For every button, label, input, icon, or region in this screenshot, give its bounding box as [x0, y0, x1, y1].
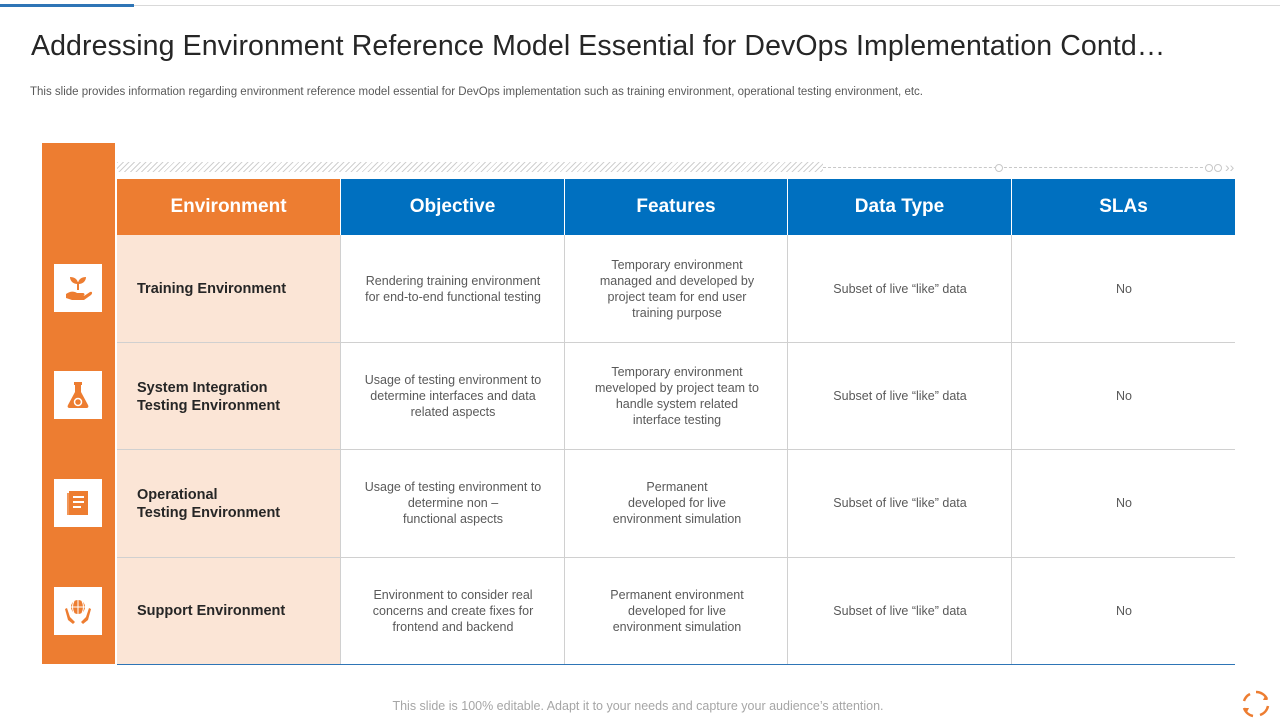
environment-name: System Integration Testing Environment: [137, 380, 281, 414]
slas-cell: No: [1116, 496, 1132, 510]
cycle-arrows-icon: [1242, 690, 1270, 718]
decorative-dot: [1214, 164, 1222, 172]
objective-cell: Rendering training environment for end-t…: [365, 273, 541, 304]
header-slas: SLAs: [1012, 179, 1235, 235]
header-environment: Environment: [117, 179, 340, 235]
plant-in-hand-icon: [54, 264, 102, 312]
objective-cell: Usage of testing environment to determin…: [364, 480, 542, 526]
features-cell: Permanent developed for live environment…: [612, 480, 742, 526]
slas-cell: No: [1116, 281, 1132, 296]
environment-name: Operational Testing Environment: [137, 487, 281, 521]
lab-flask-icon: [54, 371, 102, 419]
decorative-hatch: [117, 162, 823, 172]
top-rule: [0, 5, 1280, 6]
features-cell: Temporary environment managed and develo…: [599, 257, 755, 320]
footer-note: This slide is 100% editable. Adapt it to…: [392, 699, 884, 713]
data-type-cell: Subset of live “like” data: [833, 603, 967, 618]
data-type-cell: Subset of live “like” data: [833, 388, 967, 403]
objective-cell: Environment to consider real concerns an…: [372, 587, 534, 634]
features-cell: Permanent environment developed for live…: [610, 587, 744, 634]
header-features: Features: [565, 179, 787, 235]
table-bottom-rule: [117, 664, 1235, 665]
data-type-cell: Subset of live “like” data: [833, 281, 967, 296]
globe-in-hands-icon: [54, 587, 102, 635]
environment-name: Support Environment: [137, 603, 286, 619]
decorative-chevrons: ››: [1225, 159, 1235, 175]
objective-cell: Usage of testing environment to determin…: [364, 372, 542, 419]
header-objective: Objective: [341, 179, 564, 235]
features-cell: Temporary environment meveloped by proje…: [595, 364, 759, 427]
header-data-type: Data Type: [788, 179, 1011, 235]
top-accent-line: [0, 4, 134, 7]
slide-title: Addressing Environment Reference Model E…: [31, 30, 1166, 62]
data-type-cell: Subset of live “like” data: [833, 496, 967, 510]
slide-subtitle: This slide provides information regardin…: [30, 86, 923, 98]
slas-cell: No: [1116, 388, 1132, 403]
document-book-icon: [54, 479, 102, 527]
environment-name: Training Environment: [137, 281, 287, 297]
decorative-dot: [1205, 164, 1213, 172]
slas-cell: No: [1116, 603, 1132, 618]
decorative-dashed-line: [823, 167, 1213, 168]
decorative-dot: [995, 164, 1003, 172]
